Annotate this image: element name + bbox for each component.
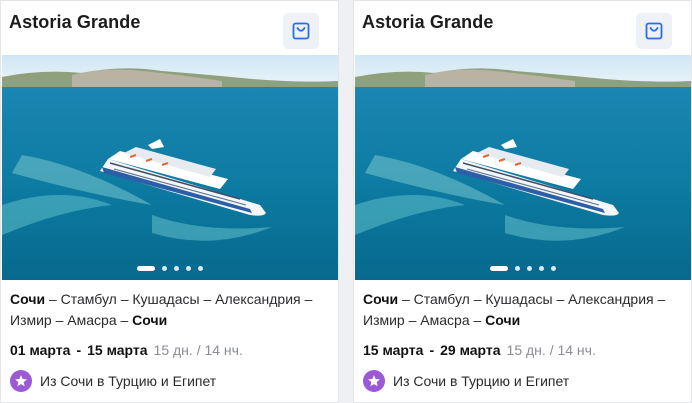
cruise-card[interactable]: Astoria Grande Сочи – Стамбул – Кушадасы… [0, 0, 339, 403]
date-to: 29 марта [440, 342, 501, 358]
date-from: 01 марта [10, 342, 71, 358]
cruise-dates: 01 марта -15 марта 15 дн. / 14 нч. [10, 342, 243, 358]
date-to: 15 марта [87, 342, 148, 358]
carousel-dot[interactable] [137, 265, 155, 271]
carousel-dot[interactable] [551, 265, 556, 271]
date-separator: - [429, 342, 435, 358]
star-icon [363, 370, 385, 392]
promo-label: Из Сочи в Турцию и Египет [393, 373, 570, 389]
carousel-dot[interactable] [527, 265, 532, 271]
carousel-dot[interactable] [174, 265, 179, 271]
cruise-ship-image [355, 55, 691, 280]
carousel-dot[interactable] [515, 265, 520, 271]
date-separator: - [76, 342, 82, 358]
promo-tag[interactable]: Из Сочи в Турцию и Египет [10, 370, 216, 392]
promo-tag[interactable]: Из Сочи в Турцию и Египет [363, 370, 569, 392]
carousel-dot[interactable] [198, 265, 203, 271]
route: Сочи – Стамбул – Кушадасы – Александрия … [10, 289, 332, 331]
carousel-dot[interactable] [539, 265, 544, 271]
shopping-bag-icon [292, 22, 310, 40]
ship-photo[interactable] [2, 55, 338, 280]
star-icon [10, 370, 32, 392]
shopping-bag-icon [645, 22, 663, 40]
add-to-cart-button[interactable] [636, 13, 672, 49]
ship-photo[interactable] [355, 55, 691, 280]
carousel-dot[interactable] [186, 265, 191, 271]
duration: 15 дн. / 14 нч. [153, 342, 243, 358]
duration: 15 дн. / 14 нч. [506, 342, 596, 358]
ship-name[interactable]: Astoria Grande [9, 12, 140, 33]
promo-label: Из Сочи в Турцию и Египет [40, 373, 217, 389]
cruise-card[interactable]: Astoria Grande Сочи – Стамбул – Кушадасы… [353, 0, 692, 403]
cruise-dates: 15 марта -29 марта 15 дн. / 14 нч. [363, 342, 596, 358]
route: Сочи – Стамбул – Кушадасы – Александрия … [363, 289, 685, 331]
carousel-dot[interactable] [162, 265, 167, 271]
route-start: Сочи [363, 291, 399, 307]
carousel-dots [355, 265, 691, 271]
route-end: Сочи [132, 312, 168, 328]
ship-name[interactable]: Astoria Grande [362, 12, 493, 33]
route-end: Сочи [485, 312, 521, 328]
carousel-dot[interactable] [490, 265, 508, 271]
route-start: Сочи [10, 291, 46, 307]
date-from: 15 марта [363, 342, 424, 358]
add-to-cart-button[interactable] [283, 13, 319, 49]
carousel-dots [2, 265, 338, 271]
cruise-ship-image [2, 55, 338, 280]
